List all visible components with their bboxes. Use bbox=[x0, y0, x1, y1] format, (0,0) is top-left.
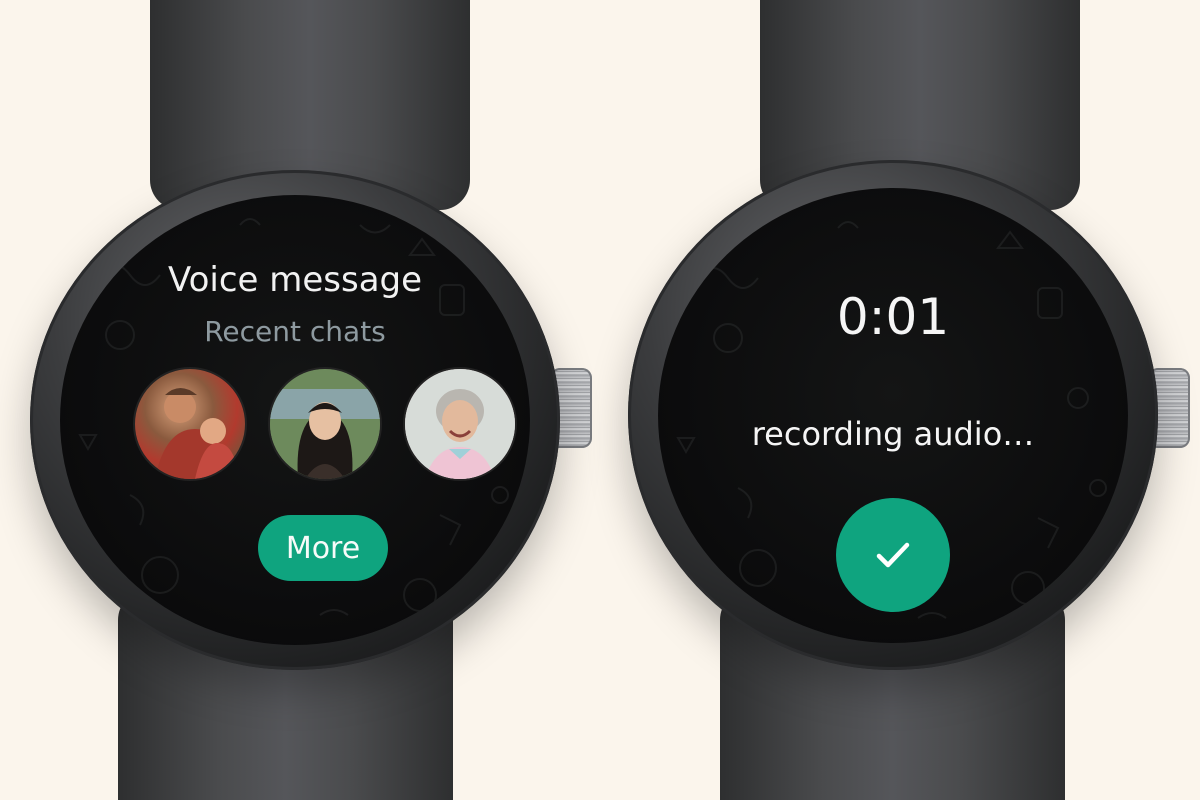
watch-case: Voice message Recent chats More bbox=[30, 170, 560, 670]
contact-photo bbox=[155, 388, 239, 479]
confirm-send-button[interactable] bbox=[836, 498, 950, 612]
contact-photo bbox=[405, 369, 515, 479]
screen-title: Voice message bbox=[167, 260, 423, 300]
product-photo-stage: Voice message Recent chats More 0:01 rec… bbox=[0, 0, 1200, 800]
contact-avatar-3[interactable] bbox=[403, 367, 517, 481]
watch-case: 0:01 recording audio… bbox=[628, 160, 1158, 670]
recording-timer: 0:01 bbox=[836, 288, 950, 346]
section-subtitle: Recent chats bbox=[204, 315, 386, 348]
recording-status: recording audio… bbox=[751, 415, 1035, 453]
checkmark-icon bbox=[876, 542, 910, 568]
contact-photo bbox=[270, 369, 380, 479]
contact-avatar-2[interactable] bbox=[268, 367, 382, 481]
contact-avatar-1[interactable] bbox=[133, 367, 247, 481]
watch-screen-recording: 0:01 recording audio… bbox=[658, 188, 1128, 643]
watch-screen-voice-message: Voice message Recent chats More bbox=[60, 195, 530, 645]
more-button[interactable]: More bbox=[258, 515, 388, 581]
